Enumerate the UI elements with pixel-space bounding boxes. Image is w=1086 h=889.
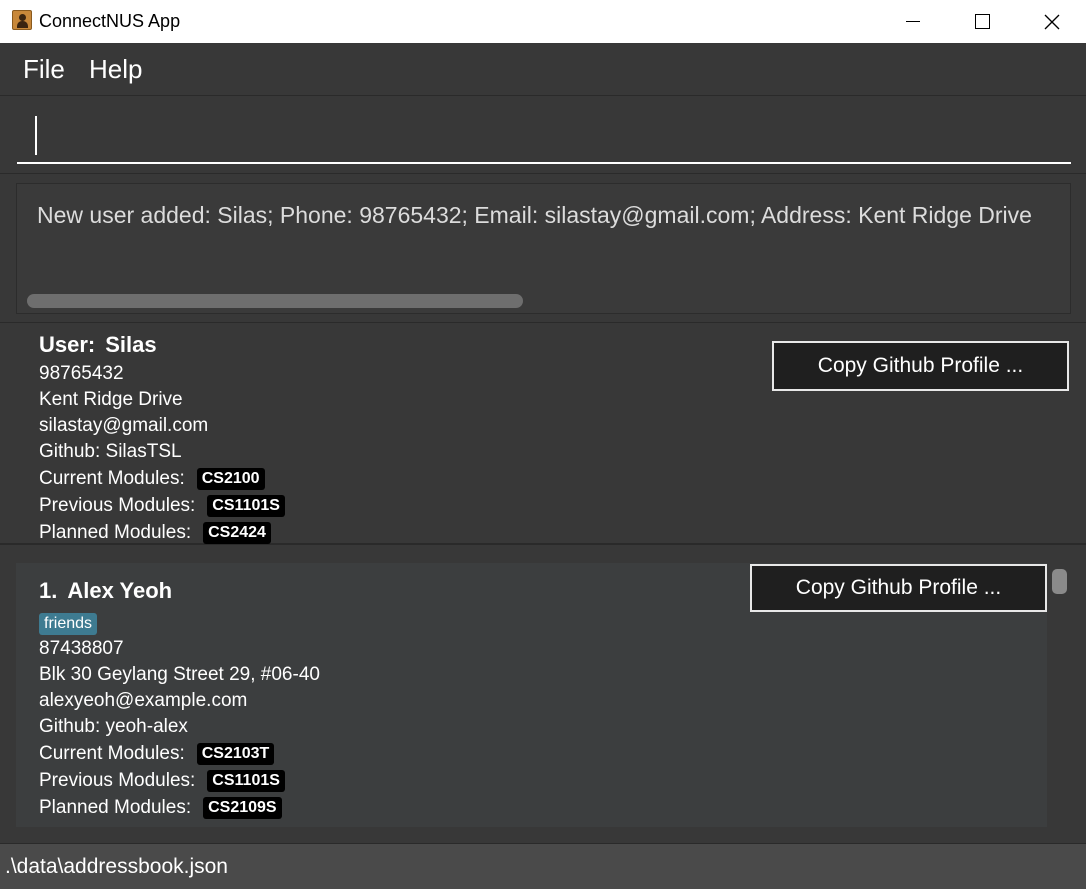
- contact-previous-modules: Previous Modules: CS1101S: [39, 770, 285, 792]
- menu-bar: File Help: [0, 43, 1086, 96]
- user-heading: User: Silas: [39, 332, 157, 358]
- user-address: Kent Ridge Drive: [39, 389, 183, 410]
- module-tag: CS2103T: [196, 743, 275, 765]
- planned-modules-label: Planned Modules:: [39, 522, 192, 543]
- contact-tags: friends: [39, 612, 98, 635]
- menu-help[interactable]: Help: [89, 54, 142, 85]
- title-bar: ConnectNUS App: [0, 0, 1086, 43]
- previous-modules-label: Previous Modules:: [39, 495, 196, 516]
- previous-modules-label: Previous Modules:: [39, 770, 196, 791]
- text-caret: [35, 116, 37, 155]
- contact-list: 1. Alex Yeoh friends 87438807 Blk 30 Geyl…: [0, 546, 1086, 842]
- module-tag: CS1101S: [207, 495, 285, 517]
- command-input[interactable]: [17, 110, 1071, 164]
- command-box: [0, 97, 1086, 174]
- close-button[interactable]: [1017, 0, 1086, 43]
- module-tag: CS2109S: [203, 797, 282, 819]
- user-previous-modules: Previous Modules: CS1101S: [39, 495, 285, 517]
- close-icon: [1044, 14, 1060, 29]
- planned-modules-label: Planned Modules:: [39, 797, 192, 818]
- user-email: silastay@gmail.com: [39, 415, 209, 436]
- maximize-button[interactable]: [947, 0, 1017, 43]
- user-phone: 98765432: [39, 363, 124, 384]
- contact-phone: 87438807: [39, 638, 124, 659]
- status-bar: .\data\addressbook.json: [0, 843, 1086, 889]
- user-current-modules: Current Modules: CS2100: [39, 468, 265, 490]
- current-modules-label: Current Modules:: [39, 743, 185, 764]
- result-display: New user added: Silas; Phone: 98765432; …: [0, 175, 1086, 323]
- module-tag: CS2100: [196, 468, 265, 490]
- contact-current-modules: Current Modules: CS2103T: [39, 743, 275, 765]
- save-file-path: .\data\addressbook.json: [5, 855, 228, 878]
- minimize-button[interactable]: [878, 0, 948, 43]
- window-title: ConnectNUS App: [39, 11, 181, 31]
- user-contact-icon: [12, 10, 32, 30]
- contact-email: alexyeoh@example.com: [39, 690, 248, 711]
- contact-name: Alex Yeoh: [67, 578, 173, 603]
- contact-github: Github: yeoh-alex: [39, 716, 188, 737]
- user-name: Silas: [105, 332, 157, 357]
- user-profile-panel: User: Silas 98765432 Kent Ridge Drive sil…: [0, 324, 1086, 545]
- module-tag: CS1101S: [207, 770, 285, 792]
- contact-heading: 1. Alex Yeoh: [39, 578, 172, 604]
- friend-tag: friends: [39, 613, 98, 635]
- user-github: Github: SilasTSL: [39, 441, 182, 462]
- copy-github-profile-button[interactable]: Copy Github Profile ...: [750, 564, 1047, 612]
- current-modules-label: Current Modules:: [39, 468, 185, 489]
- copy-github-profile-button[interactable]: Copy Github Profile ...: [772, 341, 1069, 391]
- minimize-icon: [906, 21, 920, 22]
- menu-file[interactable]: File: [23, 54, 65, 85]
- contact-address: Blk 30 Geylang Street 29, #06-40: [39, 664, 320, 685]
- horizontal-scrollbar[interactable]: [27, 294, 523, 308]
- contact-index: 1.: [39, 578, 58, 603]
- list-item[interactable]: 1. Alex Yeoh friends 87438807 Blk 30 Geyl…: [16, 563, 1047, 827]
- result-message: New user added: Silas; Phone: 98765432; …: [37, 202, 1032, 228]
- result-text-area[interactable]: New user added: Silas; Phone: 98765432; …: [16, 183, 1071, 314]
- user-heading-label: User:: [39, 332, 96, 357]
- vertical-scrollbar[interactable]: [1052, 569, 1067, 594]
- user-planned-modules: Planned Modules: CS2424: [39, 522, 271, 544]
- contact-planned-modules: Planned Modules: CS2109S: [39, 797, 282, 819]
- module-tag: CS2424: [203, 522, 271, 544]
- maximize-icon: [974, 14, 990, 29]
